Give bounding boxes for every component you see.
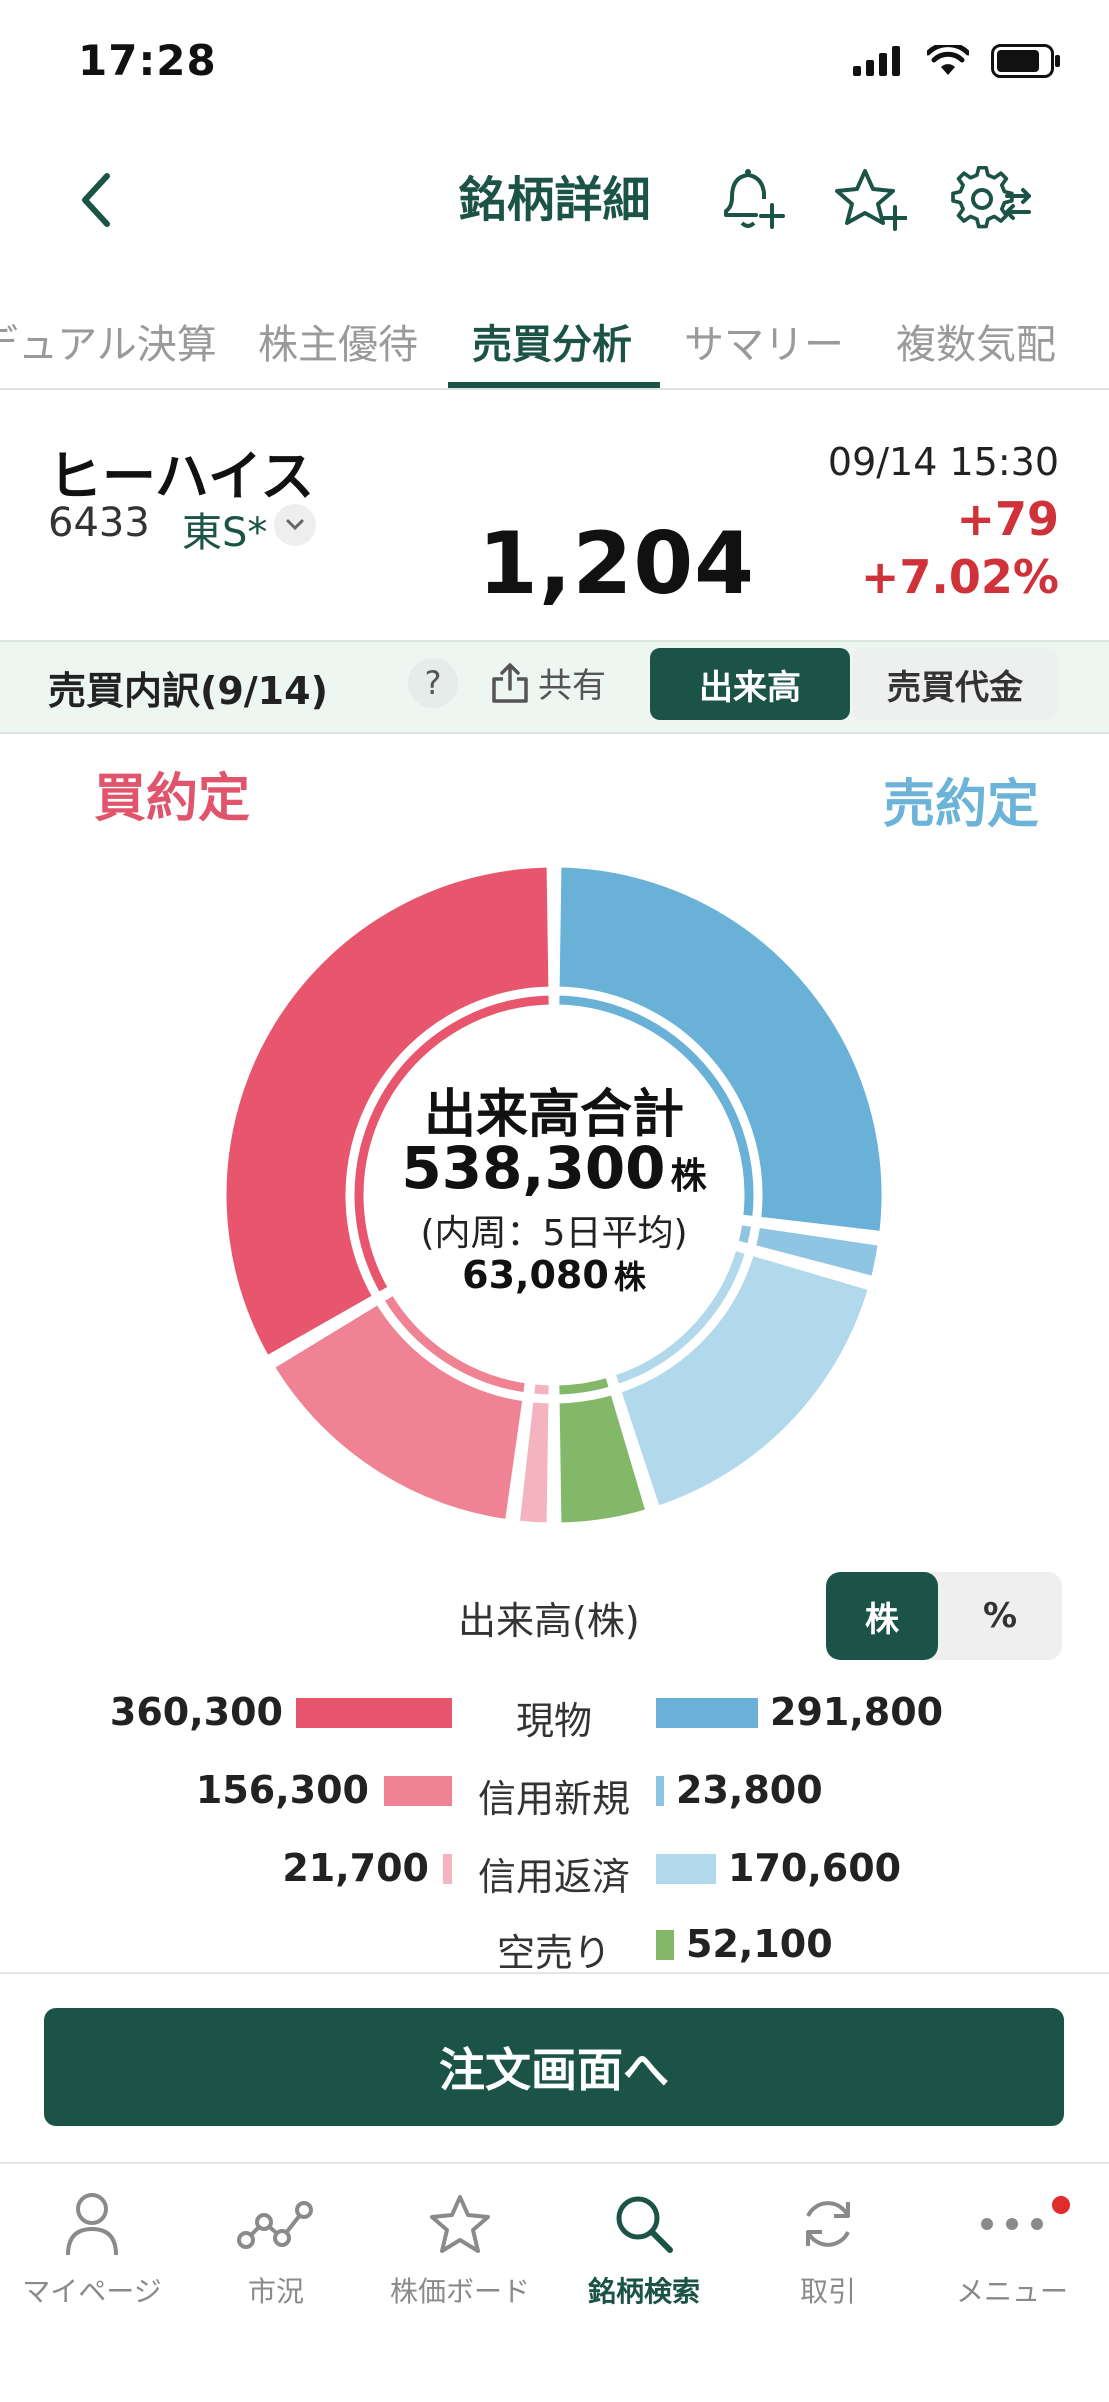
tab-bar: デュアル決算 株主優待 売買分析 サマリー 複数気配 bbox=[0, 300, 1109, 390]
nav-label: メニュー bbox=[955, 2275, 1068, 2308]
stock-price: 1,204 bbox=[478, 514, 756, 614]
chevron-down-icon bbox=[286, 519, 304, 531]
refresh-icon bbox=[806, 2201, 850, 2247]
chart-nodes-icon bbox=[237, 2201, 313, 2249]
nav-label: 株価ボード bbox=[389, 2275, 530, 2308]
sell-value-spot: 291,800 bbox=[770, 1690, 944, 1734]
center-total-unit: 株 bbox=[670, 1156, 707, 1197]
buy-bar-margin-new bbox=[384, 1776, 452, 1806]
person-icon bbox=[66, 2193, 118, 2256]
buy-label: 買約定 bbox=[94, 769, 251, 829]
add-favorite-button[interactable] bbox=[826, 160, 916, 240]
sell-value-margin-close: 170,600 bbox=[728, 1846, 902, 1890]
buy-value-spot: 360,300 bbox=[109, 1690, 283, 1734]
nav-trade[interactable]: 取引 bbox=[736, 2184, 920, 2310]
center-avg-row: 63,080 株 bbox=[354, 1252, 754, 1298]
nav-label: 市況 bbox=[247, 2275, 304, 2308]
share-label: 共有 bbox=[538, 666, 606, 706]
nav-label: マイページ bbox=[22, 2275, 162, 2308]
sell-bar-margin-new bbox=[656, 1776, 664, 1806]
add-alert-button[interactable] bbox=[706, 160, 796, 240]
breakdown-toolbar: 売買内訳(9/14) ? 共有 出来高 売買代金 bbox=[0, 640, 1109, 734]
row-label-margin-close: 信用返済 bbox=[477, 1855, 630, 1899]
unit-percent-button[interactable]: % bbox=[938, 1572, 1062, 1660]
tab-dual-earnings[interactable]: デュアル決算 bbox=[0, 312, 217, 370]
gear-swap-icon bbox=[951, 166, 1031, 229]
sell-bar-spot bbox=[656, 1698, 758, 1728]
nav-label: 銘柄検索 bbox=[587, 2275, 700, 2308]
stock-code: 6433 bbox=[48, 500, 150, 546]
nav-market[interactable]: 市況 bbox=[184, 2184, 368, 2310]
buy-value-margin-new: 156,300 bbox=[195, 1768, 369, 1812]
nav-label: 取引 bbox=[799, 2275, 856, 2308]
price-datetime: 09/14 15:30 bbox=[827, 440, 1059, 484]
nav-menu[interactable]: メニュー bbox=[920, 2184, 1104, 2310]
notification-dot bbox=[1052, 2196, 1070, 2214]
bell-plus-icon bbox=[724, 169, 785, 229]
tab-multiple-quotes[interactable]: 複数気配 bbox=[896, 312, 1056, 370]
center-total: 538,300 bbox=[401, 1134, 666, 1202]
row-label-short-sell: 空売り bbox=[496, 1931, 611, 1975]
buy-bar-spot bbox=[296, 1698, 452, 1728]
row-label-spot: 現物 bbox=[515, 1699, 592, 1743]
segment-trade-value[interactable]: 売買代金 bbox=[852, 648, 1058, 720]
nav-stock-board[interactable]: 株価ボード bbox=[368, 2184, 552, 2310]
stock-market[interactable]: 東S* bbox=[182, 500, 267, 558]
buy-bar-margin-close bbox=[443, 1854, 452, 1884]
breakdown-title: 売買内訳(9/14) bbox=[48, 669, 328, 713]
buy-value-margin-close: 21,700 bbox=[282, 1846, 429, 1890]
sell-label: 売約定 bbox=[882, 775, 1039, 835]
page-title: 銘柄詳細 bbox=[458, 172, 651, 228]
tab-shareholder-benefits[interactable]: 株主優待 bbox=[258, 312, 418, 370]
price-change-percent: +7.02% bbox=[860, 550, 1059, 604]
center-inner-label: (内周：5日平均) bbox=[420, 1213, 688, 1254]
market-dropdown-button[interactable] bbox=[274, 504, 316, 546]
tab-trade-analysis[interactable]: 売買分析 bbox=[472, 312, 632, 370]
divider bbox=[0, 1972, 1109, 1974]
share-icon bbox=[492, 662, 528, 703]
search-icon bbox=[616, 2196, 673, 2253]
bottom-nav: マイページ 市況 株価ボード 銘柄検索 取引 メニュー bbox=[0, 2162, 1109, 2402]
row-label-margin-new: 信用新規 bbox=[477, 1777, 630, 1821]
donut-inner-slice-4 bbox=[528, 1379, 554, 1400]
wifi-icon bbox=[927, 45, 969, 75]
help-button[interactable]: ? bbox=[408, 658, 458, 708]
center-avg: 63,080 bbox=[462, 1253, 609, 1297]
battery-icon bbox=[991, 44, 1060, 78]
more-icon bbox=[981, 2218, 1043, 2230]
sell-value-short-sell: 52,100 bbox=[686, 1922, 833, 1966]
signal-icon bbox=[853, 46, 900, 76]
center-avg-unit: 株 bbox=[613, 1258, 646, 1296]
center-total-row: 538,300 株 bbox=[354, 1134, 754, 1202]
unit-toggle: 株 % bbox=[826, 1572, 1062, 1660]
nav-mypage[interactable]: マイページ bbox=[0, 2184, 184, 2310]
segment-volume[interactable]: 出来高 bbox=[650, 648, 850, 720]
tab-active-indicator bbox=[448, 382, 660, 388]
star-plus-icon bbox=[835, 169, 907, 231]
tab-summary[interactable]: サマリー bbox=[684, 312, 844, 370]
sell-bar-margin-close bbox=[656, 1854, 716, 1884]
unit-share-button[interactable]: 株 bbox=[826, 1572, 938, 1660]
order-screen-button[interactable]: 注文画面へ bbox=[44, 2008, 1064, 2126]
star-icon bbox=[430, 2195, 490, 2253]
share-button[interactable]: 共有 bbox=[490, 658, 606, 707]
status-time: 17:28 bbox=[78, 36, 217, 85]
nav-stock-search[interactable]: 銘柄検索 bbox=[552, 2184, 736, 2310]
settings-button[interactable] bbox=[946, 160, 1036, 240]
sell-bar-short-sell bbox=[656, 1930, 674, 1960]
sell-value-margin-new: 23,800 bbox=[676, 1768, 823, 1812]
status-icons bbox=[853, 44, 1061, 78]
volume-table-title: 出来高(株) bbox=[458, 1599, 640, 1643]
price-change: +79 bbox=[956, 492, 1059, 546]
